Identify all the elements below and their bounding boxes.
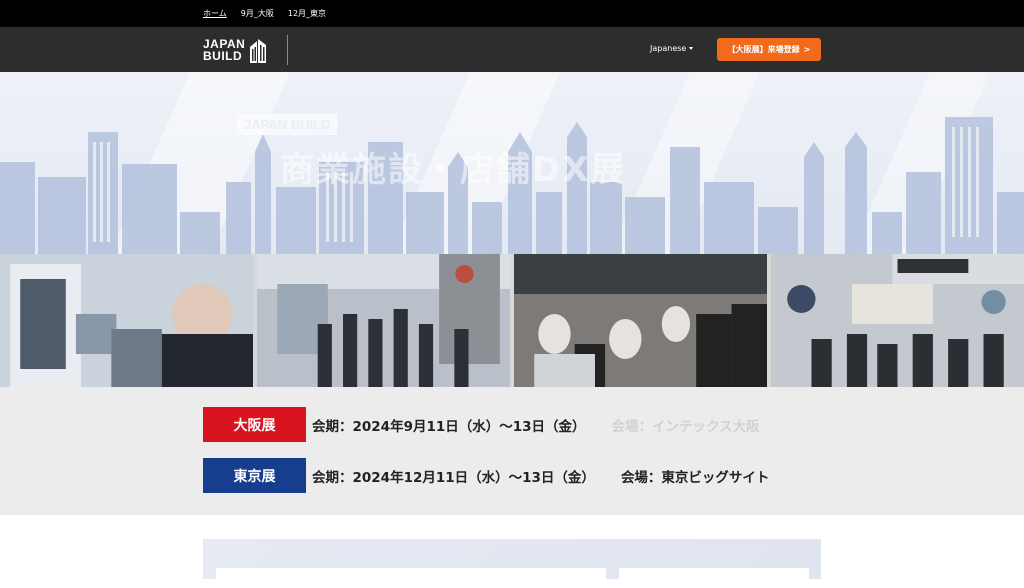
- exhibition-photo-1: [0, 254, 253, 387]
- content-card-left: [216, 568, 606, 588]
- top-nav-links: ホーム 9月_大阪 12月_東京: [203, 0, 326, 27]
- chevron-right-icon: >: [803, 45, 811, 54]
- site-header: JAPAN BUILD Japanese 【大阪展】来場登録 >: [0, 27, 1024, 72]
- nav-link-december-tokyo[interactable]: 12月_東京: [288, 8, 326, 19]
- hero-title: 商業施設・店舗DX展: [280, 150, 627, 190]
- logo-text: JAPAN BUILD: [203, 38, 245, 62]
- hero-badge: JAPAN BUILD: [237, 114, 338, 135]
- top-nav-bar: ホーム 9月_大阪 12月_東京: [0, 0, 1024, 27]
- nav-link-home[interactable]: ホーム: [203, 8, 227, 19]
- exhibition-photo-strip: [0, 254, 1024, 387]
- japan-build-logo[interactable]: JAPAN BUILD: [203, 35, 275, 65]
- content-card-right: [619, 568, 809, 588]
- cta-label: 【大阪展】来場登録: [727, 45, 800, 54]
- schedule-section: 大阪展 会期：2024年9月11日（水）～13日（金） 会場：インテックス大阪 …: [0, 387, 1024, 515]
- content-section: [0, 515, 1024, 588]
- osaka-venue: 会場：インテックス大阪: [611, 418, 760, 435]
- osaka-period: 会期：2024年9月11日（水）～13日（金）: [312, 418, 586, 435]
- schedule-row-osaka: 大阪展 会期：2024年9月11日（水）～13日（金） 会場：インテックス大阪: [203, 407, 760, 442]
- tokyo-period: 会期：2024年12月11日（水）～13日（金）: [312, 469, 595, 486]
- language-selector[interactable]: Japanese: [650, 44, 694, 53]
- schedule-row-tokyo: 東京展 会期：2024年12月11日（水）～13日（金） 会場：東京ビッグサイト: [203, 458, 769, 493]
- osaka-tag: 大阪展: [203, 407, 306, 442]
- caret-down-icon: [689, 47, 694, 50]
- exhibition-photo-3: [514, 254, 767, 387]
- osaka-registration-button[interactable]: 【大阪展】来場登録 >: [717, 38, 821, 61]
- header-divider: [287, 35, 288, 65]
- exhibition-photo-2: [257, 254, 510, 387]
- hero-banner: JAPAN BUILD 商業施設・店舗DX展: [0, 72, 1024, 254]
- tokyo-tag: 東京展: [203, 458, 306, 493]
- nav-link-september-osaka[interactable]: 9月_大阪: [241, 8, 274, 19]
- tokyo-venue: 会場：東京ビッグサイト: [620, 469, 770, 486]
- building-icon: [250, 39, 267, 63]
- exhibition-photo-4: [771, 254, 1024, 387]
- logo-line-2: BUILD: [203, 49, 243, 63]
- language-label: Japanese: [650, 44, 687, 53]
